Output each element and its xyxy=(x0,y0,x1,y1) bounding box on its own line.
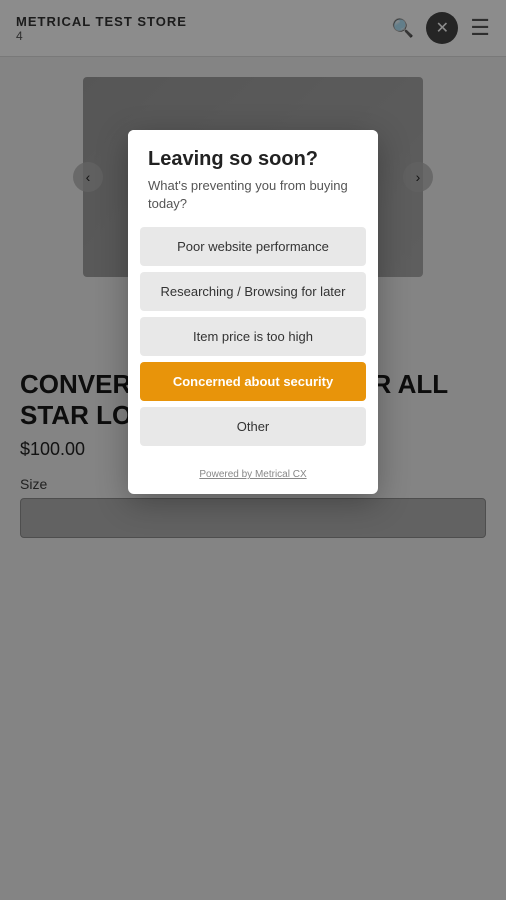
option-other[interactable]: Other xyxy=(140,407,366,446)
option-poor-performance[interactable]: Poor website performance xyxy=(140,227,366,266)
option-price-high[interactable]: Item price is too high xyxy=(140,317,366,356)
option-researching[interactable]: Researching / Browsing for later xyxy=(140,272,366,311)
modal-options: Poor website performance Researching / B… xyxy=(128,227,378,458)
exit-intent-modal: Leaving so soon? What's preventing you f… xyxy=(128,130,378,494)
modal-subtitle: What's preventing you from buying today? xyxy=(148,177,358,213)
modal-title: Leaving so soon? xyxy=(148,148,358,171)
modal-overlay: Leaving so soon? What's preventing you f… xyxy=(0,0,506,900)
modal-header: Leaving so soon? What's preventing you f… xyxy=(128,130,378,227)
modal-footer: Powered by Metrical CX xyxy=(128,458,378,494)
powered-by-link[interactable]: Powered by Metrical CX xyxy=(199,469,306,480)
phone-frame: METRICAL TEST STORE 4 🔍 ✕ ☰ xyxy=(0,0,506,900)
option-security[interactable]: Concerned about security xyxy=(140,362,366,401)
